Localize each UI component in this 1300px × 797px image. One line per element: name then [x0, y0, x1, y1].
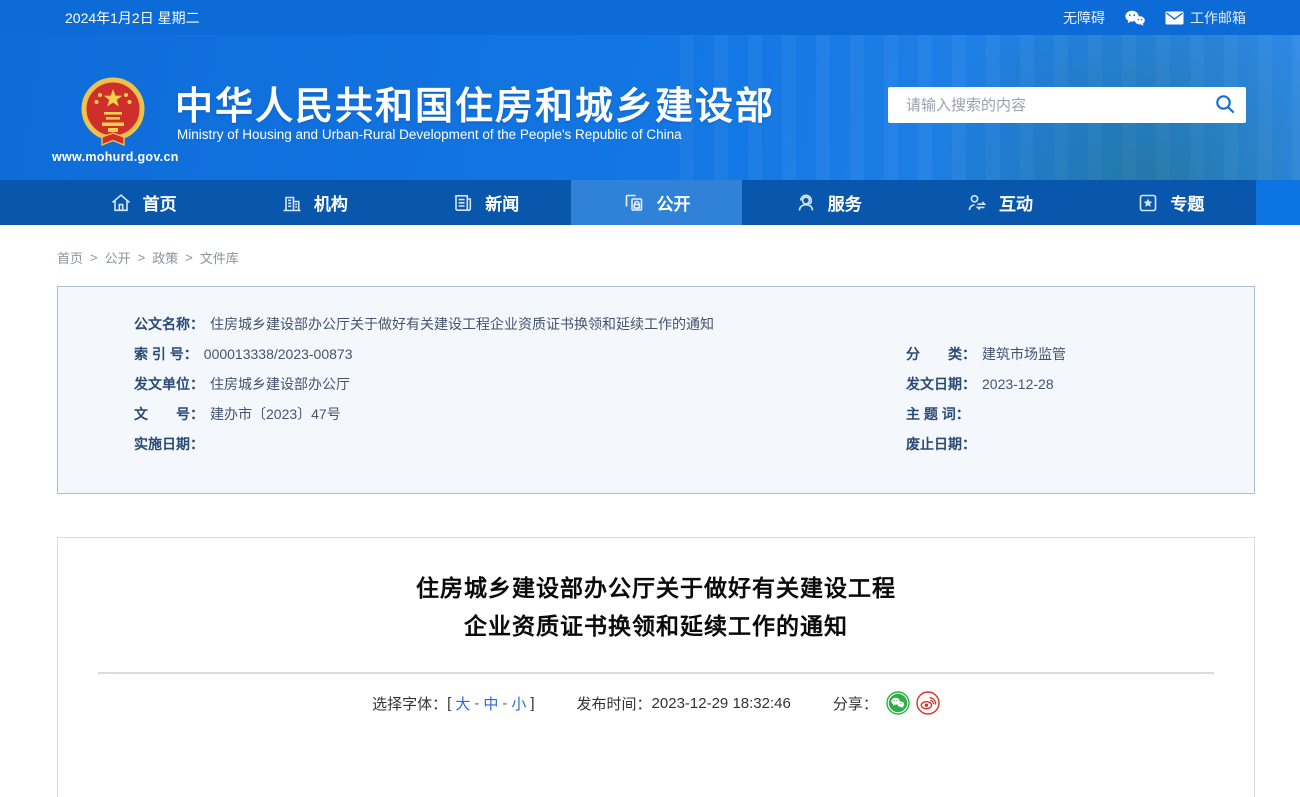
font-size-label: 选择字体： [372, 695, 448, 713]
doc-title-row: 公文名称： 住房城乡建设部办公厅关于做好有关建设工程企业资质证书换领和延续工作的… [134, 309, 1254, 339]
article-meta: 选择字体： [ 大 - 中 - 小 ] 发布时间： 2023-12-29 18:… [58, 691, 1254, 715]
organization-icon [280, 191, 304, 215]
doc-unit-label: 发文单位： [134, 376, 204, 392]
doc-unit-row: 发文单位： 住房城乡建设部办公厅 [134, 369, 906, 399]
nav-item-disclosure[interactable]: 公开 [570, 180, 743, 225]
interaction-icon [965, 191, 989, 215]
breadcrumb-separator: > [90, 250, 98, 265]
accessibility-link[interactable]: 无障碍 [1063, 8, 1105, 28]
nav-label: 机构 [313, 195, 348, 214]
disclosure-icon [622, 191, 646, 215]
dash: - [474, 694, 480, 712]
breadcrumb: 首页 > 公开 > 政策 > 文件库 [57, 248, 239, 267]
share-wechat-icon[interactable] [886, 691, 910, 715]
document-info-panel: 公文名称： 住房城乡建设部办公厅关于做好有关建设工程企业资质证书换领和延续工作的… [57, 286, 1255, 494]
work-mailbox-label: 工作邮箱 [1190, 9, 1246, 26]
breadcrumb-item-library[interactable]: 文件库 [200, 248, 239, 267]
nav-item-organization[interactable]: 机构 [228, 180, 399, 225]
nav-item-service[interactable]: 服务 [742, 180, 913, 225]
breadcrumb-item-home[interactable]: 首页 [57, 248, 83, 267]
doc-class-row: 分 类： 建筑市场监管 [906, 339, 1254, 369]
doc-unit-value: 住房城乡建设部办公厅 [210, 376, 350, 392]
breadcrumb-separator: > [137, 250, 146, 265]
site-url: www.mohurd.gov.cn [52, 150, 179, 164]
share-group: 分享： [833, 691, 940, 715]
publish-time-value: 2023-12-29 18:32:46 [651, 694, 791, 712]
site-subtitle: Ministry of Housing and Urban-Rural Deve… [177, 127, 682, 142]
news-icon [451, 191, 475, 215]
topbar: 2024年1月2日 星期二 无障碍 工作邮箱 [0, 0, 1300, 35]
title-divider [98, 672, 1214, 674]
topics-icon [1136, 191, 1160, 215]
article-title-line1: 住房城乡建设部办公厅关于做好有关建设工程 [416, 575, 896, 601]
doc-index-row: 索 引 号： 000013338/2023-00873 [134, 339, 906, 369]
font-size-selector: 选择字体： [ 大 - 中 - 小 ] [372, 693, 534, 714]
service-icon [794, 191, 818, 215]
nav-label: 专题 [1170, 195, 1205, 214]
topbar-links: 无障碍 工作邮箱 [1063, 8, 1246, 28]
share-weibo-icon[interactable] [916, 691, 940, 715]
bracket: ] [530, 694, 535, 712]
publish-time: 发布时间： 2023-12-29 18:32:46 [577, 693, 791, 714]
page: { "topbar": { "date": "2024年1月2日 星期二", "… [0, 0, 1300, 797]
nav-label: 首页 [142, 195, 177, 214]
doc-impl-label: 实施日期： [134, 436, 204, 452]
doc-index-label: 索 引 号： [134, 346, 198, 362]
search-icon [1214, 93, 1236, 118]
doc-title-value: 住房城乡建设部办公厅关于做好有关建设工程企业资质证书换领和延续工作的通知 [210, 316, 714, 332]
article-title: 住房城乡建设部办公厅关于做好有关建设工程 企业资质证书换领和延续工作的通知 [58, 569, 1254, 645]
national-emblem-icon [77, 76, 149, 148]
doc-class-label: 分 类： [906, 346, 976, 362]
nav-item-news[interactable]: 新闻 [400, 180, 571, 225]
dash: - [502, 694, 508, 712]
nav-label: 新闻 [485, 195, 520, 214]
search-button[interactable] [1204, 87, 1246, 123]
doc-number-label: 文 号： [134, 406, 204, 422]
doc-class-value: 建筑市场监管 [982, 346, 1066, 362]
date-text: 2024年1月2日 星期二 [65, 9, 200, 26]
publish-time-label: 发布时间： [576, 695, 652, 713]
breadcrumb-item-disclosure[interactable]: 公开 [105, 248, 131, 267]
doc-number-value: 建办市〔2023〕47号 [210, 406, 341, 422]
nav-label: 公开 [656, 195, 691, 214]
nav-item-topics[interactable]: 专题 [1085, 180, 1256, 225]
doc-subject-row: 主 题 词： [906, 399, 1254, 429]
site-title: 中华人民共和国住房和城乡建设部 [175, 86, 776, 128]
main-nav: 首页 机构 新闻 公开 服务 互动 专题 [0, 180, 1300, 225]
breadcrumb-item-policy[interactable]: 政策 [152, 248, 178, 267]
doc-pubdate-label: 发文日期： [906, 376, 976, 392]
nav-item-home[interactable]: 首页 [57, 180, 228, 225]
doc-repeal-row: 废止日期： [906, 429, 1254, 459]
wechat-icon[interactable] [1123, 9, 1147, 27]
work-mailbox-link[interactable]: 工作邮箱 [1165, 8, 1246, 28]
nav-label: 互动 [999, 195, 1034, 214]
doc-index-value: 000013338/2023-00873 [203, 346, 353, 362]
bracket: [ [447, 694, 452, 712]
font-size-large[interactable]: 大 [455, 693, 470, 714]
article-title-line2: 企业资质证书换领和延续工作的通知 [464, 613, 848, 639]
breadcrumb-separator: > [185, 250, 193, 265]
doc-pubdate-row: 发文日期： 2023-12-28 [906, 369, 1254, 399]
doc-number-row: 文 号： 建办市〔2023〕47号 [134, 399, 906, 429]
nav-item-interaction[interactable]: 互动 [913, 180, 1084, 225]
search-box [888, 87, 1246, 123]
nav-right-patch [1256, 180, 1300, 225]
nav-label: 服务 [827, 195, 862, 214]
doc-impl-row: 实施日期： [134, 429, 906, 459]
doc-subject-label: 主 题 词： [906, 406, 970, 422]
envelope-icon [1165, 11, 1184, 25]
doc-repeal-label: 废止日期： [906, 436, 976, 452]
font-size-medium[interactable]: 中 [483, 693, 498, 714]
site-header: www.mohurd.gov.cn 中华人民共和国住房和城乡建设部 Minist… [0, 35, 1300, 180]
home-icon [109, 191, 133, 215]
doc-pubdate-value: 2023-12-28 [982, 376, 1054, 392]
doc-title-label: 公文名称： [134, 316, 204, 332]
search-input[interactable] [888, 87, 1204, 123]
font-size-small[interactable]: 小 [511, 693, 526, 714]
article-panel: 住房城乡建设部办公厅关于做好有关建设工程 企业资质证书换领和延续工作的通知 选择… [57, 537, 1255, 797]
share-label: 分享： [832, 695, 878, 713]
